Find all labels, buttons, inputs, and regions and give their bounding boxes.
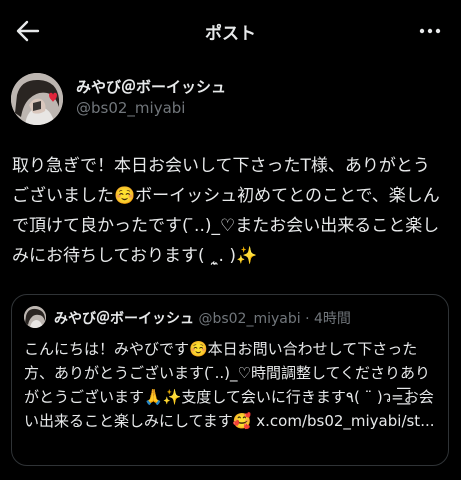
page-title: ポスト bbox=[205, 24, 256, 44]
quoted-author-name: みやび＠ボーイッシュ bbox=[54, 311, 194, 327]
more-options-icon[interactable] bbox=[417, 18, 443, 44]
post-text: 取り急ぎで！本日お会いして下さったT様、ありがとうございました☺️ボーイッシュ初… bbox=[12, 156, 440, 266]
author-handle[interactable]: @bs02_miyabi bbox=[76, 99, 185, 117]
author-name[interactable]: みやび＠ボーイッシュ bbox=[76, 76, 226, 97]
top-bar: ポスト bbox=[0, 0, 461, 62]
author-avatar[interactable] bbox=[11, 73, 63, 125]
quoted-author-avatar bbox=[24, 306, 46, 328]
quoted-author-handle: @bs02_miyabi bbox=[198, 311, 301, 327]
quoted-post-time: 4時間 bbox=[313, 311, 351, 327]
quoted-post-card[interactable]: みやび＠ボーイッシュ @bs02_miyabi · 4時間 こんにちは！みやびで… bbox=[11, 294, 449, 466]
quoted-post-meta: みやび＠ボーイッシュ @bs02_miyabi · 4時間 bbox=[54, 308, 351, 328]
meta-separator: · bbox=[305, 311, 310, 327]
quoted-post-text: こんにちは！みやびです☺️本日お問い合わせして下さった方、ありがとうございます(… bbox=[24, 340, 435, 430]
